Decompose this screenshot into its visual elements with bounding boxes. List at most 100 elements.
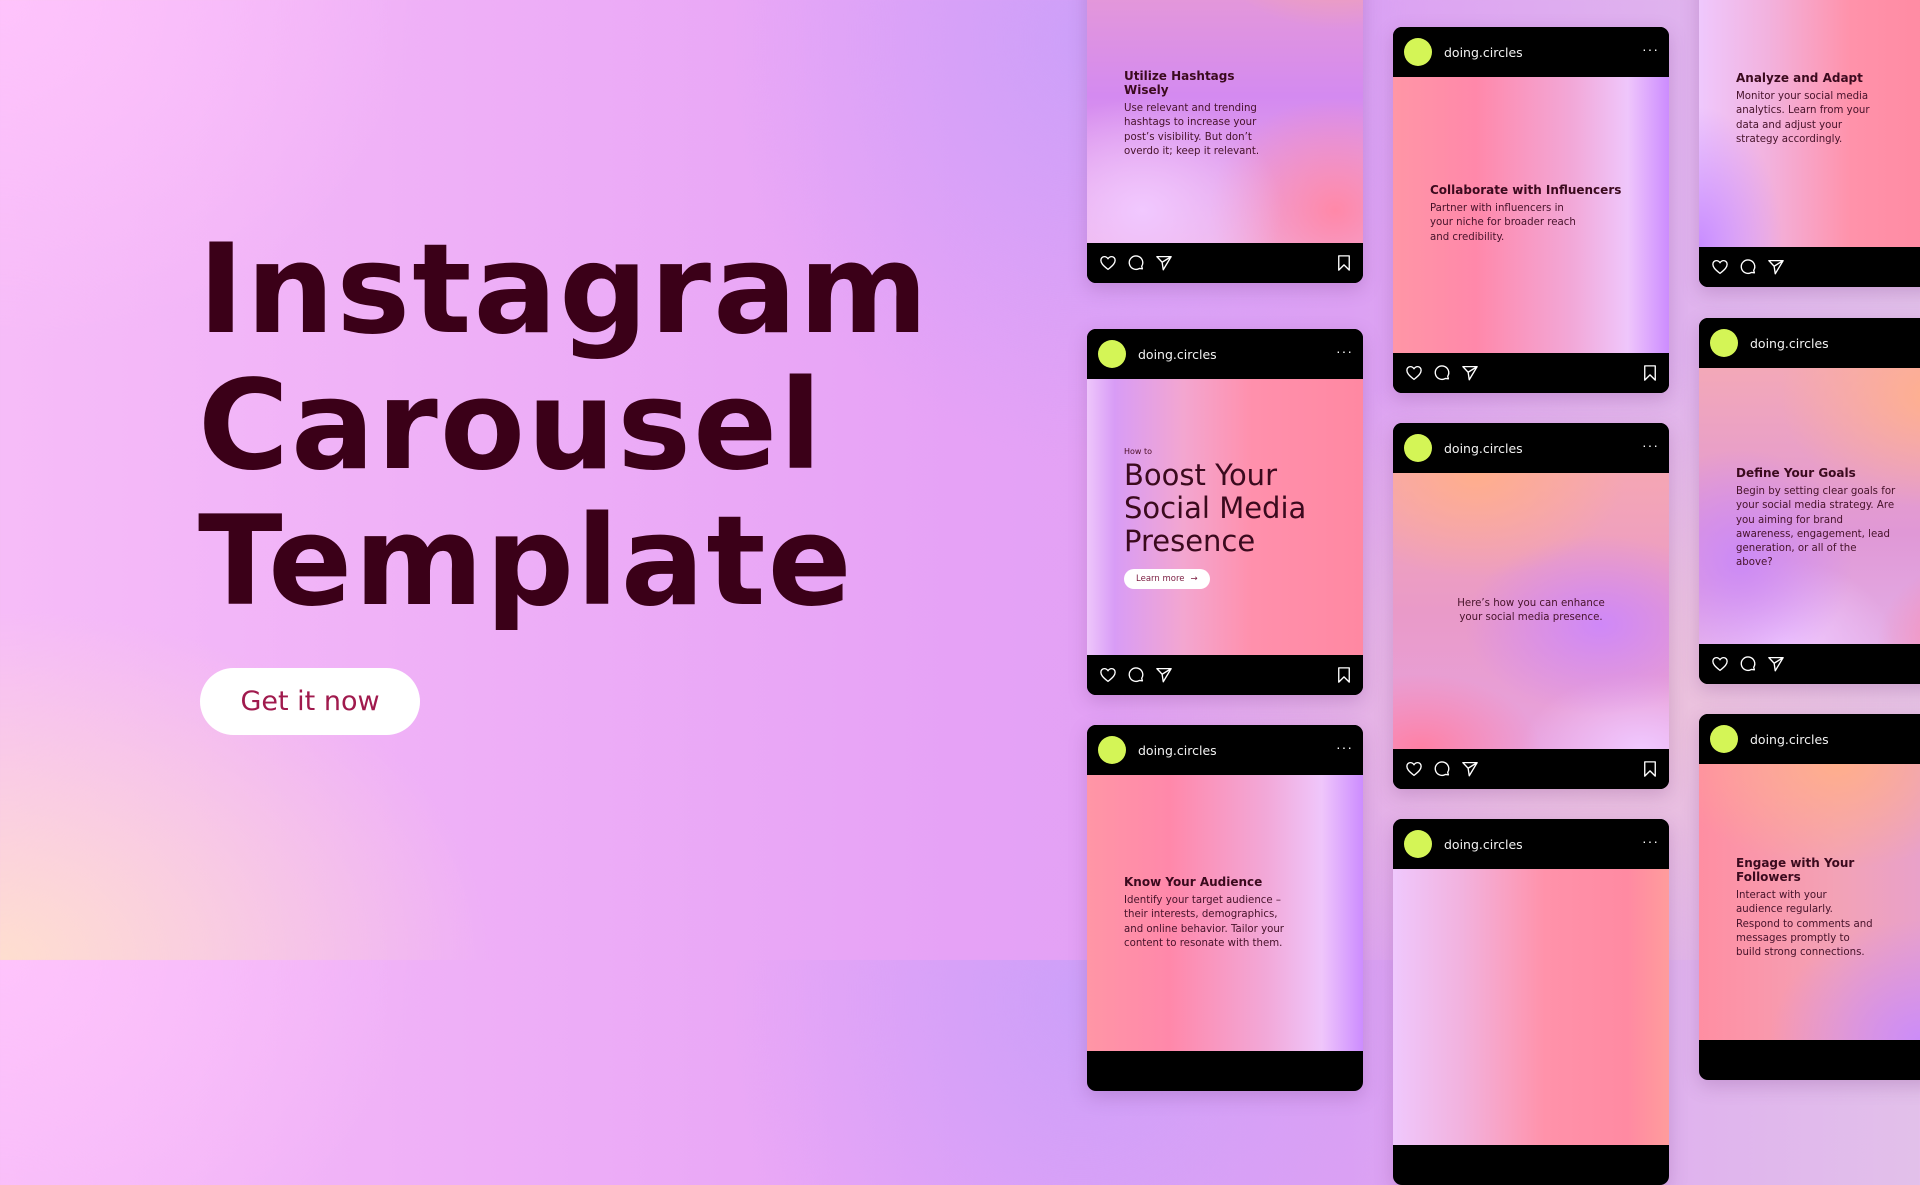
post-card[interactable]: doing.circles ··· [1393,819,1669,1185]
post-card[interactable]: Utilize Hashtags Wisely Use relevant and… [1087,0,1363,283]
post-slide: Utilize Hashtags Wisely Use relevant and… [1087,0,1363,243]
send-icon[interactable] [1461,760,1479,778]
post-actions [1087,655,1363,695]
post-slide: Here’s how you can enhance your social m… [1393,473,1669,749]
post-header: doing.circles ··· [1393,819,1669,869]
avatar[interactable] [1404,38,1432,66]
post-body: Monitor your social media analytics. Lea… [1736,91,1870,145]
bookmark-icon[interactable] [1335,254,1353,272]
more-options-icon[interactable]: ··· [1336,343,1353,359]
hero-title: Instagram Carousel Template [198,222,930,630]
post-header: doing.circles ··· [1393,423,1669,473]
post-content: Analyze and Adapt Monitor your social me… [1736,71,1916,147]
heart-icon[interactable] [1405,364,1423,382]
heart-icon[interactable] [1099,254,1117,272]
send-icon[interactable] [1155,666,1173,684]
username[interactable]: doing.circles [1138,347,1217,362]
post-title: Collaborate with Influencers [1430,183,1622,197]
heart-icon[interactable] [1711,258,1729,276]
bookmark-icon[interactable] [1335,666,1353,684]
username[interactable]: doing.circles [1138,743,1217,758]
heart-icon[interactable] [1099,666,1117,684]
avatar[interactable] [1710,725,1738,753]
post-body: Identify your target audience – their in… [1124,895,1284,949]
post-content: Define Your Goals Begin by setting clear… [1736,466,1896,571]
more-options-icon[interactable]: ··· [1642,41,1659,57]
post-slide: How to Boost Your Social Media Presence … [1087,379,1363,655]
bookmark-icon[interactable] [1641,760,1659,778]
username[interactable]: doing.circles [1750,732,1829,747]
post-slide: Analyze and Adapt Monitor your social me… [1699,0,1920,247]
post-title: Utilize Hashtags Wisely [1124,69,1235,97]
avatar[interactable] [1404,434,1432,462]
avatar[interactable] [1404,830,1432,858]
post-header: doing.circles ··· [1087,329,1363,379]
post-body: Here’s how you can enhance your social m… [1457,598,1605,624]
username[interactable]: doing.circles [1444,45,1523,60]
get-it-now-button[interactable]: Get it now [200,668,420,735]
post-body: Begin by setting clear goals for your so… [1736,486,1896,569]
heart-icon[interactable] [1405,760,1423,778]
post-body: Use relevant and trending hashtags to in… [1124,103,1260,157]
hero-title-line: Instagram [198,218,930,362]
hero-title-line: Template [198,490,854,634]
comment-icon[interactable] [1739,258,1757,276]
post-title: Engage with Your Followers [1736,856,1855,884]
headline-line: Boost Your [1124,458,1277,492]
more-options-icon[interactable]: ··· [1642,833,1659,849]
post-card[interactable]: doing.circles ··· Know Your Audience Ide… [1087,725,1363,1091]
post-card[interactable]: doing.circles Engage with Your Followers… [1699,714,1920,1080]
learn-more-button[interactable]: Learn more → [1124,569,1210,589]
post-title: Know Your Audience [1124,875,1263,889]
avatar[interactable] [1710,329,1738,357]
post-slide: Define Your Goals Begin by setting clear… [1699,368,1920,644]
avatar[interactable] [1098,736,1126,764]
post-header: doing.circles [1699,714,1920,764]
post-actions [1087,243,1363,283]
heart-icon[interactable] [1711,655,1729,673]
avatar[interactable] [1098,340,1126,368]
post-card[interactable]: doing.circles ··· Collaborate with Influ… [1393,27,1669,393]
post-actions [1699,247,1920,287]
post-title: Define Your Goals [1736,466,1856,480]
headline-line: Presence [1124,524,1256,558]
send-icon[interactable] [1461,364,1479,382]
post-actions [1393,749,1669,789]
post-content: Utilize Hashtags Wisely Use relevant and… [1124,69,1274,159]
more-options-icon[interactable]: ··· [1336,739,1353,755]
post-content: How to Boost Your Social Media Presence … [1124,447,1354,589]
send-icon[interactable] [1155,254,1173,272]
post-content: Here’s how you can enhance your social m… [1451,597,1611,626]
headline-line: Social Media [1124,491,1307,525]
post-card[interactable]: doing.circles ··· Here’s how you can enh… [1393,423,1669,789]
comment-icon[interactable] [1739,655,1757,673]
post-slide [1393,869,1669,1145]
username[interactable]: doing.circles [1444,837,1523,852]
comment-icon[interactable] [1433,760,1451,778]
send-icon[interactable] [1767,258,1785,276]
post-card[interactable]: doing.circles Define Your Goals Begin by… [1699,318,1920,684]
username[interactable]: doing.circles [1444,441,1523,456]
bookmark-icon[interactable] [1641,364,1659,382]
comment-icon[interactable] [1127,666,1145,684]
post-card[interactable]: Analyze and Adapt Monitor your social me… [1699,0,1920,287]
post-kicker: How to [1124,447,1153,456]
learn-more-label: Learn more [1136,574,1185,584]
more-options-icon[interactable]: ··· [1642,437,1659,453]
post-actions [1699,644,1920,684]
post-title: Analyze and Adapt [1736,71,1863,85]
comment-icon[interactable] [1127,254,1145,272]
username[interactable]: doing.circles [1750,336,1829,351]
post-card[interactable]: doing.circles ··· How to Boost Your Soci… [1087,329,1363,695]
comment-icon[interactable] [1433,364,1451,382]
send-icon[interactable] [1767,655,1785,673]
post-header: doing.circles ··· [1393,27,1669,77]
hero-title-line: Carousel [198,354,824,498]
post-body: Partner with influencers in your niche f… [1430,203,1576,243]
post-content: Know Your Audience Identify your target … [1124,875,1284,951]
post-content: Collaborate with Influencers Partner wit… [1430,183,1630,245]
post-slide: Collaborate with Influencers Partner wit… [1393,77,1669,353]
post-slide: Engage with Your Followers Interact with… [1699,764,1920,1040]
arrow-right-icon: → [1190,574,1198,584]
post-header: doing.circles ··· [1087,725,1363,775]
